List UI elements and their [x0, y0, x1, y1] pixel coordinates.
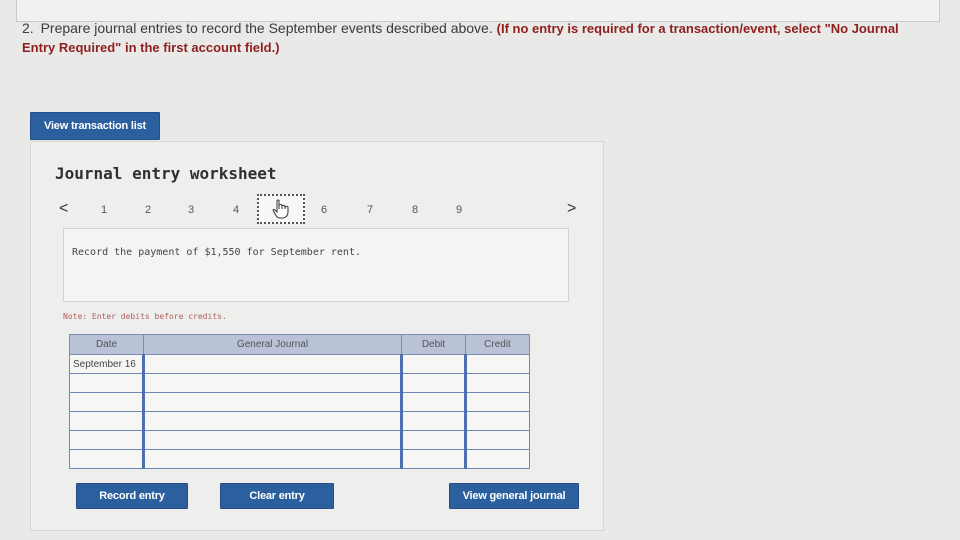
date-cell: [69, 449, 144, 469]
date-cell: [69, 411, 144, 431]
page-1-tab[interactable]: 1: [101, 204, 107, 216]
table-row: [69, 430, 530, 450]
credit-field[interactable]: [464, 449, 530, 469]
hand-pointer-icon: [272, 199, 289, 219]
page-5-tab-active[interactable]: [257, 194, 305, 224]
page-6-tab[interactable]: 6: [321, 204, 327, 216]
worksheet-title: Journal entry worksheet: [55, 164, 277, 183]
debit-field[interactable]: [400, 411, 466, 431]
page-4-tab[interactable]: 4: [233, 204, 239, 216]
worksheet-pager: < 1 2 3 4 6 7 8 9 >: [53, 194, 583, 228]
transaction-prompt: Record the payment of $1,550 for Septemb…: [72, 247, 361, 258]
table-row: [69, 411, 530, 431]
table-row: [69, 392, 530, 412]
debit-field[interactable]: [400, 373, 466, 393]
debit-field[interactable]: [400, 430, 466, 450]
clear-entry-button[interactable]: Clear entry: [220, 483, 334, 509]
page-3-tab[interactable]: 3: [188, 204, 194, 216]
debit-field[interactable]: [400, 354, 466, 374]
instructions: 2. Prepare journal entries to record the…: [22, 19, 902, 57]
account-field[interactable]: [142, 354, 402, 374]
journal-table: Date General Journal Debit Credit Septem…: [69, 334, 530, 469]
account-field[interactable]: [142, 449, 402, 469]
account-field[interactable]: [142, 411, 402, 431]
credit-field[interactable]: [464, 354, 530, 374]
account-field[interactable]: [142, 392, 402, 412]
table-row: September 16: [69, 354, 530, 374]
page-7-tab[interactable]: 7: [367, 204, 373, 216]
account-field[interactable]: [142, 373, 402, 393]
page-8-tab[interactable]: 8: [412, 204, 418, 216]
record-entry-button[interactable]: Record entry: [76, 483, 188, 509]
question-number: 2.: [22, 20, 34, 36]
page-9-tab[interactable]: 9: [456, 204, 462, 216]
journal-entry-worksheet-panel: Journal entry worksheet < 1 2 3 4 6 7 8 …: [30, 141, 604, 531]
date-cell: [69, 430, 144, 450]
page-2-tab[interactable]: 2: [145, 204, 151, 216]
credit-field[interactable]: [464, 430, 530, 450]
next-page-button[interactable]: >: [567, 200, 576, 218]
table-row: [69, 373, 530, 393]
date-header: Date: [69, 334, 144, 355]
credit-field[interactable]: [464, 373, 530, 393]
date-cell: [69, 373, 144, 393]
entry-note: Note: Enter debits before credits.: [63, 312, 227, 321]
debit-field[interactable]: [400, 449, 466, 469]
general-journal-header: General Journal: [143, 334, 402, 355]
account-field[interactable]: [142, 430, 402, 450]
transaction-prompt-box: Record the payment of $1,550 for Septemb…: [63, 228, 569, 302]
date-cell: September 16: [69, 354, 144, 374]
question-text: Prepare journal entries to record the Se…: [40, 20, 493, 36]
debit-field[interactable]: [400, 392, 466, 412]
debit-header: Debit: [401, 334, 466, 355]
date-cell: [69, 392, 144, 412]
credit-header: Credit: [465, 334, 530, 355]
view-transaction-list-button[interactable]: View transaction list: [30, 112, 160, 140]
table-row: [69, 449, 530, 469]
credit-field[interactable]: [464, 392, 530, 412]
credit-field[interactable]: [464, 411, 530, 431]
view-general-journal-button[interactable]: View general journal: [449, 483, 579, 509]
prev-page-button[interactable]: <: [59, 200, 68, 218]
